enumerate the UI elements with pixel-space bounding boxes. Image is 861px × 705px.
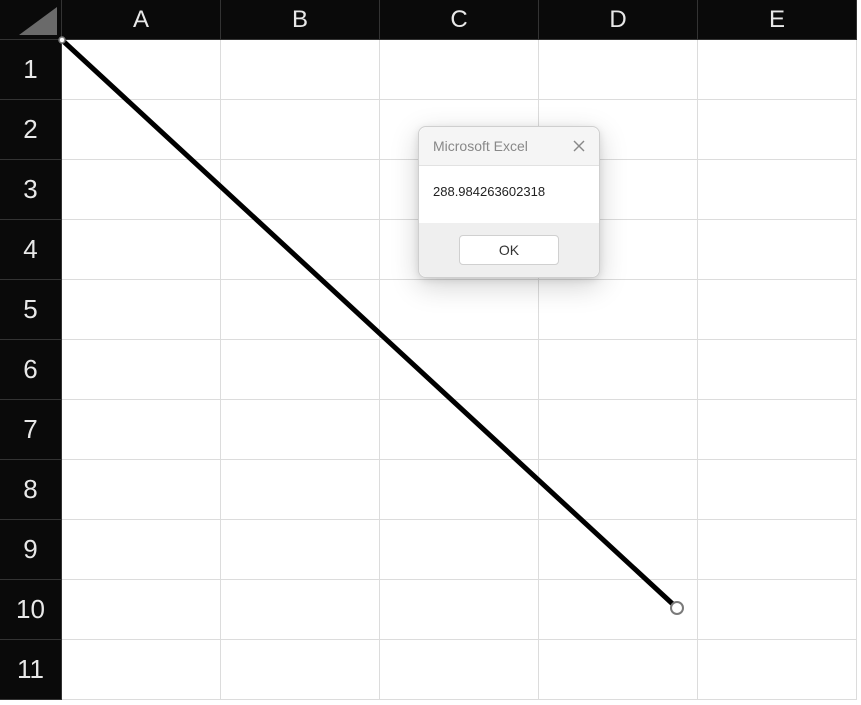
cell-d1[interactable]: [539, 40, 698, 100]
dialog-title: Microsoft Excel: [433, 138, 528, 154]
cell-a11[interactable]: [62, 640, 221, 700]
row-header-5[interactable]: 5: [0, 280, 62, 340]
cell-c9[interactable]: [380, 520, 539, 580]
cell-a9[interactable]: [62, 520, 221, 580]
cell-d7[interactable]: [539, 400, 698, 460]
dialog-footer: OK: [419, 223, 599, 277]
cell-a5[interactable]: [62, 280, 221, 340]
cell-d5[interactable]: [539, 280, 698, 340]
dialog-titlebar[interactable]: Microsoft Excel: [419, 127, 599, 166]
cell-e1[interactable]: [698, 40, 857, 100]
cell-d11[interactable]: [539, 640, 698, 700]
cell-b7[interactable]: [221, 400, 380, 460]
row-header-1[interactable]: 1: [0, 40, 62, 100]
cell-b10[interactable]: [221, 580, 380, 640]
row-header-6[interactable]: 6: [0, 340, 62, 400]
col-header-d[interactable]: D: [539, 0, 698, 40]
select-all-corner[interactable]: [0, 0, 62, 40]
cell-a1[interactable]: [62, 40, 221, 100]
cell-a8[interactable]: [62, 460, 221, 520]
cell-e6[interactable]: [698, 340, 857, 400]
cell-e4[interactable]: [698, 220, 857, 280]
cell-a2[interactable]: [62, 100, 221, 160]
col-header-e[interactable]: E: [698, 0, 857, 40]
message-dialog: Microsoft Excel 288.984263602318 OK: [418, 126, 600, 278]
row-header-3[interactable]: 3: [0, 160, 62, 220]
cell-b9[interactable]: [221, 520, 380, 580]
row-header-10[interactable]: 10: [0, 580, 62, 640]
dialog-message: 288.984263602318: [419, 166, 599, 223]
col-header-c[interactable]: C: [380, 0, 539, 40]
cell-e8[interactable]: [698, 460, 857, 520]
cell-b6[interactable]: [221, 340, 380, 400]
row-header-11[interactable]: 11: [0, 640, 62, 700]
cell-c1[interactable]: [380, 40, 539, 100]
cell-b5[interactable]: [221, 280, 380, 340]
cell-e11[interactable]: [698, 640, 857, 700]
cell-e3[interactable]: [698, 160, 857, 220]
cell-e7[interactable]: [698, 400, 857, 460]
cell-b2[interactable]: [221, 100, 380, 160]
cell-b3[interactable]: [221, 160, 380, 220]
cell-d10[interactable]: [539, 580, 698, 640]
cell-a10[interactable]: [62, 580, 221, 640]
cell-b8[interactable]: [221, 460, 380, 520]
cell-c10[interactable]: [380, 580, 539, 640]
cell-c8[interactable]: [380, 460, 539, 520]
close-icon[interactable]: [569, 136, 589, 156]
cell-d6[interactable]: [539, 340, 698, 400]
cell-a4[interactable]: [62, 220, 221, 280]
cell-a6[interactable]: [62, 340, 221, 400]
row-header-2[interactable]: 2: [0, 100, 62, 160]
cell-e2[interactable]: [698, 100, 857, 160]
cell-d9[interactable]: [539, 520, 698, 580]
cell-d8[interactable]: [539, 460, 698, 520]
cell-b11[interactable]: [221, 640, 380, 700]
spreadsheet-grid: A B C D E 1 2 3 4 5 6 7 8 9: [0, 0, 857, 700]
row-header-8[interactable]: 8: [0, 460, 62, 520]
row-header-9[interactable]: 9: [0, 520, 62, 580]
cell-c11[interactable]: [380, 640, 539, 700]
cell-c6[interactable]: [380, 340, 539, 400]
cell-e9[interactable]: [698, 520, 857, 580]
cell-a7[interactable]: [62, 400, 221, 460]
cell-c7[interactable]: [380, 400, 539, 460]
ok-button[interactable]: OK: [459, 235, 559, 265]
cell-c5[interactable]: [380, 280, 539, 340]
col-header-a[interactable]: A: [62, 0, 221, 40]
cell-b4[interactable]: [221, 220, 380, 280]
cell-e10[interactable]: [698, 580, 857, 640]
col-header-b[interactable]: B: [221, 0, 380, 40]
cell-b1[interactable]: [221, 40, 380, 100]
row-header-7[interactable]: 7: [0, 400, 62, 460]
row-header-4[interactable]: 4: [0, 220, 62, 280]
cell-e5[interactable]: [698, 280, 857, 340]
cell-a3[interactable]: [62, 160, 221, 220]
